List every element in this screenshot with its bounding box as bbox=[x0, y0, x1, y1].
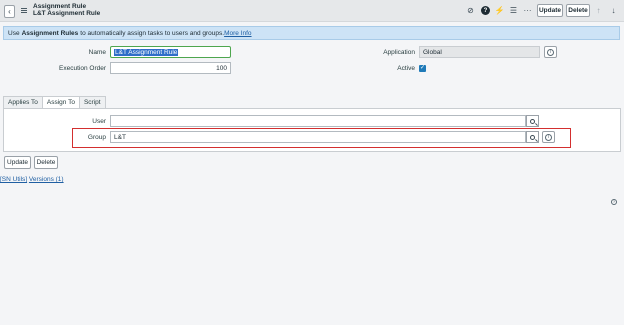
versions-link[interactable]: Versions (1) bbox=[29, 176, 64, 183]
execution-order-field[interactable]: 100 bbox=[110, 62, 231, 74]
sn-utils-link[interactable]: [SN Utils] bbox=[0, 176, 27, 183]
info-bold-text: Assignment Rules bbox=[21, 29, 79, 37]
activity-icon[interactable]: ⚡ bbox=[495, 6, 505, 15]
tab-bar: Applies To Assign To Script bbox=[3, 96, 106, 108]
related-links: [SN Utils] Versions (1) bbox=[0, 176, 64, 183]
form-header: ‹ Assignment Rule L&T Assignment Rule ⊘ … bbox=[0, 0, 624, 22]
name-label: Name bbox=[88, 49, 106, 56]
delete-button[interactable]: Delete bbox=[34, 156, 58, 169]
active-checkbox[interactable]: ✓ bbox=[419, 65, 426, 72]
search-icon bbox=[530, 118, 535, 124]
attachment-icon[interactable]: ⊘ bbox=[466, 6, 475, 15]
arrow-down-icon[interactable]: ↓ bbox=[609, 6, 618, 15]
chevron-left-icon: ‹ bbox=[8, 6, 11, 16]
name-field[interactable]: L&T Assignment Rule bbox=[110, 46, 231, 58]
record-name: L&T Assignment Rule bbox=[33, 10, 101, 17]
user-label: User bbox=[92, 118, 106, 125]
help-icon[interactable]: ? bbox=[481, 6, 490, 15]
application-value: Global bbox=[423, 48, 442, 56]
context-menu-icon[interactable] bbox=[21, 8, 27, 13]
active-label: Active bbox=[397, 65, 415, 72]
info-text: to automatically assign tasks to users a… bbox=[80, 29, 225, 37]
info-banner: Use Assignment Rules to automatically as… bbox=[3, 26, 620, 40]
header-update-button[interactable]: Update bbox=[537, 4, 563, 17]
info-prefix: Use bbox=[8, 29, 20, 37]
update-button[interactable]: Update bbox=[4, 156, 31, 169]
tab-assign-to[interactable]: Assign To bbox=[41, 96, 80, 108]
settings-sliders-icon[interactable]: ☰ bbox=[509, 6, 518, 15]
header-delete-button[interactable]: Delete bbox=[566, 4, 590, 17]
user-field[interactable] bbox=[110, 115, 526, 127]
highlight-box bbox=[72, 128, 571, 148]
more-options-icon[interactable]: ··· bbox=[523, 6, 532, 15]
application-field: Global bbox=[419, 46, 540, 58]
more-info-link[interactable]: More Info bbox=[224, 30, 251, 37]
help-circle-icon[interactable]: ? bbox=[611, 199, 617, 205]
back-button[interactable]: ‹ bbox=[4, 5, 15, 18]
execution-order-label: Execution Order bbox=[59, 65, 106, 72]
tab-script[interactable]: Script bbox=[78, 96, 106, 108]
name-value: L&T Assignment Rule bbox=[114, 48, 179, 56]
info-icon: i bbox=[547, 48, 554, 56]
tab-applies-to[interactable]: Applies To bbox=[3, 96, 43, 108]
application-info-button[interactable]: i bbox=[544, 46, 557, 58]
user-lookup-button[interactable] bbox=[526, 115, 539, 127]
execution-order-value: 100 bbox=[216, 64, 227, 72]
page-title: Assignment Rule bbox=[33, 3, 87, 10]
application-label: Application bbox=[383, 49, 415, 56]
arrow-up-icon[interactable]: ↑ bbox=[594, 6, 603, 15]
